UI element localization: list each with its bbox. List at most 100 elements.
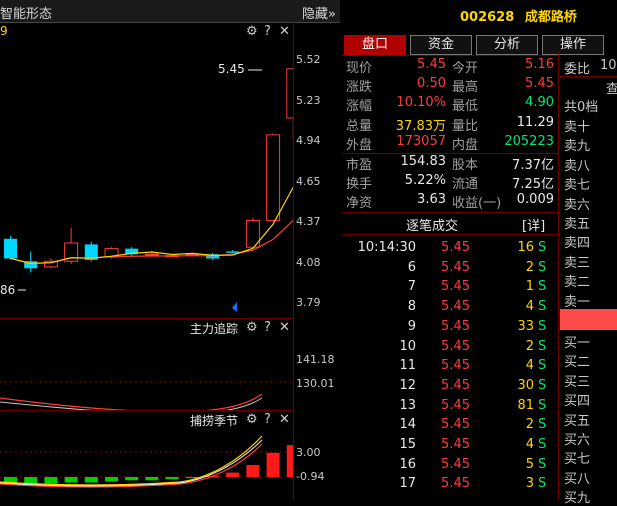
tab-order-book[interactable]: 盘口 — [344, 35, 406, 55]
stat-label: 涨跌 — [346, 80, 373, 95]
buy-level-label: 买六 — [564, 433, 591, 448]
tick-volume: 16 — [517, 240, 534, 255]
stat-label: 最低 — [452, 99, 479, 114]
sell-level-label: 卖二 — [564, 275, 591, 291]
season-bar — [105, 477, 118, 482]
sub1-scale-label: 141.18 — [296, 353, 335, 366]
hide-button[interactable]: 隐藏» — [302, 3, 336, 22]
stat-label: 涨幅 — [346, 99, 373, 114]
stock-name: 成都路桥 — [524, 10, 577, 25]
stat-row: 外盘 173057 内盘 205223 — [346, 134, 556, 153]
stat-row: 现价 5.45 今开 5.16 — [346, 57, 556, 76]
stat-value: 7.37亿 — [512, 158, 554, 173]
tick-volume: 30 — [517, 377, 534, 393]
tick-side: S — [538, 437, 547, 452]
sell-level-label: 卖七 — [564, 178, 591, 194]
stat-value: 0.50 — [417, 76, 446, 91]
tick-volume: 4 — [525, 358, 534, 374]
price-scale-label: 4.65 — [296, 175, 321, 188]
settings-icon[interactable]: ⚙ — [246, 412, 258, 427]
tick-price: 5.45 — [441, 259, 470, 275]
stat-value: 7.25亿 — [512, 177, 554, 192]
buy-level-label: 买九 — [564, 491, 591, 506]
price-scale-label: 3.79 — [296, 296, 321, 309]
tick-time: 13 — [399, 397, 416, 413]
close-icon[interactable]: ✕ — [279, 412, 290, 427]
quote-panel: 002628 成都路桥 盘口 资金 分析 操作 现价 5.45 今开 5.16 涨跌 0.… — [342, 0, 617, 506]
sell-level-label: 卖十 — [564, 120, 591, 135]
tick-side: S — [538, 259, 547, 275]
tick-side: S — [538, 279, 547, 295]
tick-side: S — [538, 456, 547, 472]
help-icon[interactable]: ? — [264, 320, 271, 335]
main-force-line — [0, 393, 263, 410]
tick-row: 10:14:30 5.45 16 S — [346, 240, 556, 259]
tick-row: 11 5.45 4 S — [346, 358, 556, 377]
commission-ratio-label: 委比 — [564, 62, 591, 77]
tab-trade[interactable]: 操作 — [542, 35, 604, 55]
stat-row: 换手 5.22% 流通 7.25亿 — [346, 173, 556, 192]
tab-funds[interactable]: 资金 — [410, 35, 472, 55]
tick-volume: 1 — [525, 279, 534, 295]
tick-price: 5.45 — [441, 338, 470, 354]
tick-price: 5.45 — [441, 437, 470, 452]
buy-level-label: 买四 — [564, 394, 591, 410]
divider — [342, 212, 558, 213]
sell-level-label: 卖九 — [564, 139, 591, 155]
tab-analysis[interactable]: 分析 — [476, 35, 538, 55]
sell-level-label: 卖四 — [564, 236, 591, 252]
tick-volume: 3 — [525, 476, 534, 492]
sell-level-label: 卖三 — [564, 255, 591, 271]
kline-chart-panel: 智能形态 隐藏» 9 ⚙ ? ✕ 5.52 5.23 4.94 4.65 4.3… — [0, 0, 340, 500]
price-scale-label: 4.94 — [296, 134, 321, 147]
tick-price: 5.45 — [441, 358, 470, 374]
tick-time: 15 — [399, 437, 416, 452]
help-icon[interactable]: ? — [264, 412, 271, 427]
main-force-title: 主力追踪 — [190, 322, 239, 336]
stat-value: 205223 — [504, 134, 554, 149]
divider — [342, 234, 558, 235]
settings-icon[interactable]: ⚙ — [246, 320, 258, 335]
tick-time: 10:14:30 — [357, 240, 416, 255]
sell-level-label: 卖一 — [564, 294, 591, 310]
season-bar — [84, 477, 98, 483]
divider — [342, 153, 558, 154]
candle-body — [226, 251, 240, 253]
close-icon[interactable]: ✕ — [279, 320, 290, 335]
tick-row: 12 5.45 30 S — [346, 378, 556, 397]
tick-volume: 5 — [525, 456, 534, 472]
tick-price: 5.45 — [441, 299, 470, 315]
tick-price: 5.45 — [441, 397, 470, 413]
query-button[interactable]: 查 — [606, 78, 617, 97]
tick-row: 6 5.45 2 S — [346, 260, 556, 279]
stat-label: 今开 — [452, 61, 479, 76]
tick-side: S — [538, 318, 547, 334]
tick-volume: 4 — [525, 299, 534, 315]
stat-label: 股本 — [452, 158, 479, 173]
panel-divider — [0, 410, 293, 411]
buy-level-label: 买二 — [564, 355, 591, 371]
tick-side: S — [538, 338, 547, 354]
tick-price: 5.45 — [441, 456, 470, 472]
tick-row: 13 5.45 81 S — [346, 398, 556, 417]
stat-row: 市盈 154.83 股本 7.37亿 — [346, 154, 556, 173]
tick-time: 12 — [399, 377, 416, 393]
buy-level-label: 买五 — [564, 413, 591, 429]
tick-time: 14 — [399, 417, 416, 433]
tick-volume: 2 — [525, 417, 534, 433]
tick-side: S — [538, 417, 547, 433]
tick-time: 11 — [399, 358, 416, 374]
season-bar — [125, 477, 139, 481]
ticks-detail-button[interactable]: [详] — [522, 215, 545, 234]
stat-value: 5.45 — [525, 76, 554, 91]
tick-side: S — [538, 476, 547, 492]
tick-price: 5.45 — [441, 417, 470, 433]
stock-header: 002628 成都路桥 — [460, 6, 577, 25]
tick-side: S — [538, 358, 547, 374]
sell-level-label: 卖八 — [564, 158, 591, 174]
tick-price: 5.45 — [441, 240, 470, 255]
divider — [342, 55, 558, 56]
tick-price: 5.45 — [441, 377, 470, 393]
total-levels: 共0档 — [564, 100, 599, 115]
stat-label: 净资 — [346, 196, 373, 211]
